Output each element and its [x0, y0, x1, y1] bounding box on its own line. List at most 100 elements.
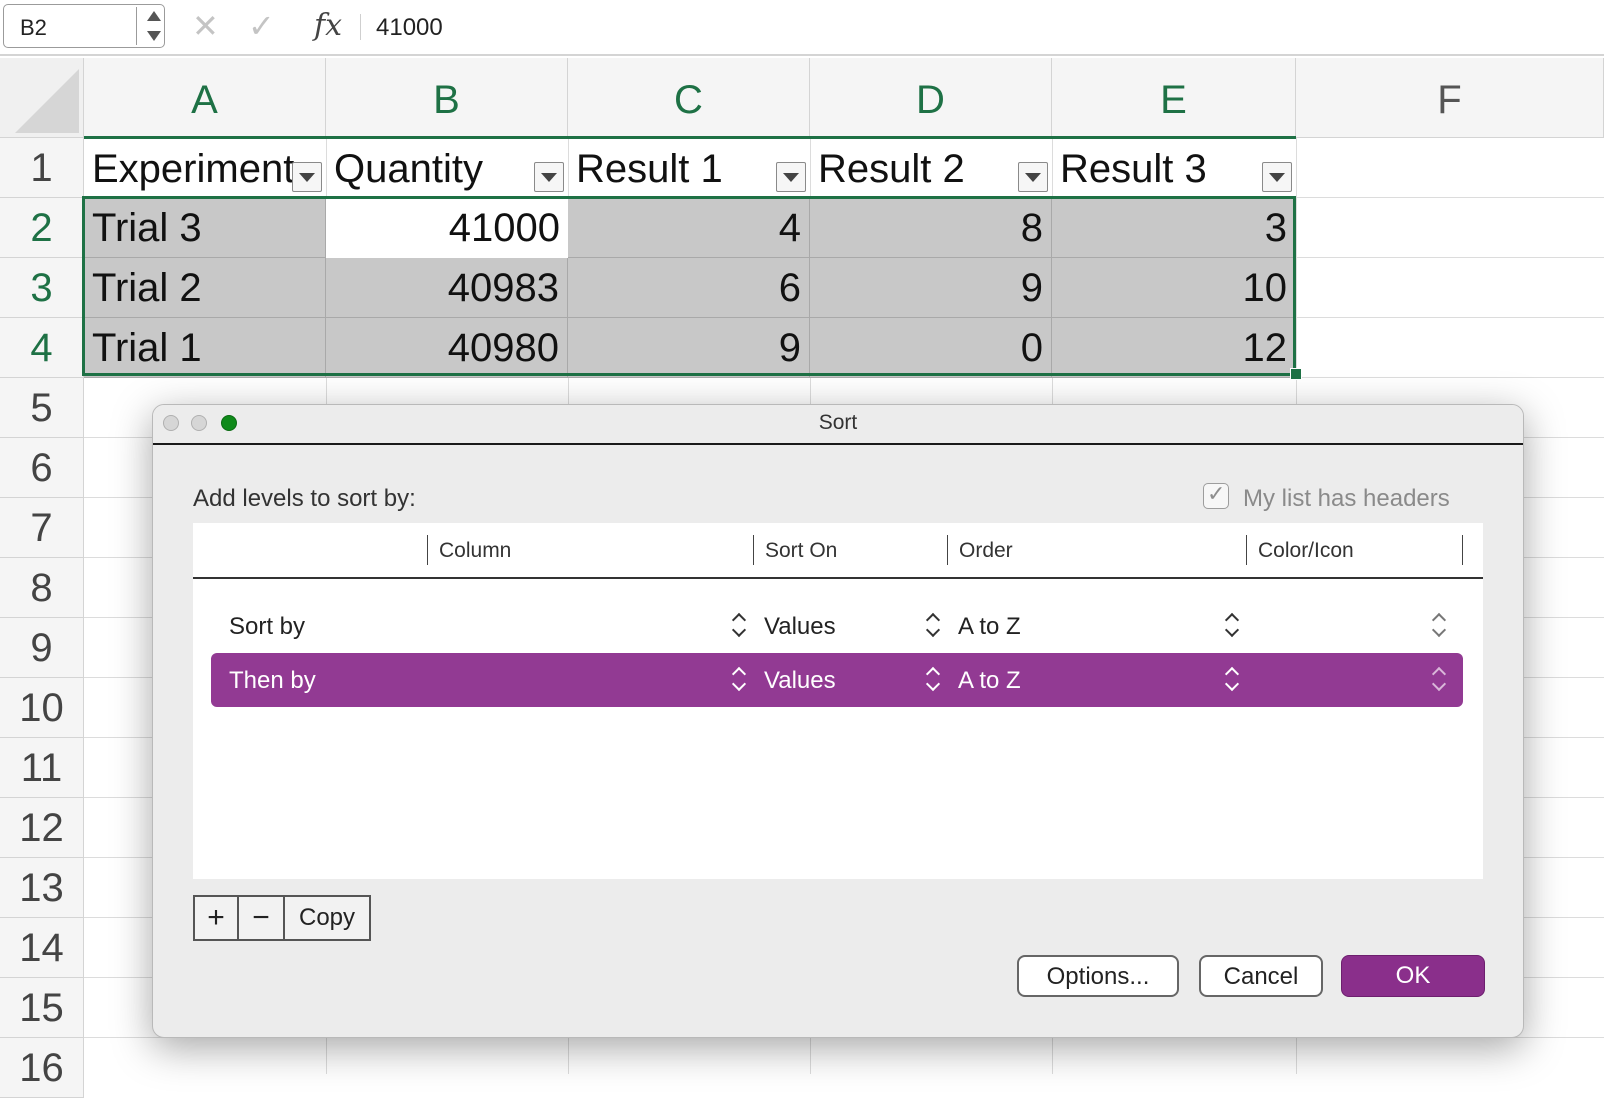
row-header-5[interactable]: 5 [0, 378, 84, 438]
filter-dropdown-icon[interactable] [292, 162, 322, 192]
column-divider [1246, 535, 1247, 565]
sort-levels-header: Column Sort On Order Color/Icon [193, 523, 1483, 579]
filter-dropdown-icon[interactable] [1018, 162, 1048, 192]
sort-on-chevron-icon[interactable] [925, 665, 941, 693]
headers-checkbox[interactable]: ✓ [1203, 481, 1229, 509]
row-header-16[interactable]: 16 [0, 1038, 84, 1098]
column-header-e[interactable]: E [1052, 58, 1296, 138]
dialog-titlebar[interactable]: Sort [153, 405, 1523, 445]
row-header-10[interactable]: 10 [0, 678, 84, 738]
select-all-icon [15, 69, 79, 133]
header-cell-quantity[interactable]: Quantity [326, 138, 536, 198]
column-header-d[interactable]: D [810, 58, 1052, 138]
row-header-15[interactable]: 15 [0, 978, 84, 1038]
cell-d4[interactable]: 0 [810, 318, 1052, 378]
column-divider [947, 535, 948, 565]
levels-label: Add levels to sort by: [193, 485, 416, 512]
column-divider [427, 535, 428, 565]
cancel-button[interactable]: Cancel [1199, 955, 1323, 997]
sort-on-chevron-icon[interactable] [925, 611, 941, 639]
remove-level-button[interactable]: − [239, 897, 285, 939]
row-header-6[interactable]: 6 [0, 438, 84, 498]
cell-b4[interactable]: 40980 [326, 318, 568, 378]
name-box-divider [136, 7, 137, 45]
sort-levels-table: Column Sort On Order Color/Icon Sort by … [193, 523, 1483, 879]
column-header-f[interactable]: F [1296, 58, 1604, 138]
row-header-11[interactable]: 11 [0, 738, 84, 798]
header-cell-experiment[interactable]: Experiment [84, 138, 294, 198]
cell-a3[interactable]: Trial 2 [84, 258, 326, 318]
column-header-c[interactable]: C [568, 58, 810, 138]
column-select-icon[interactable] [731, 665, 747, 693]
row-header-7[interactable]: 7 [0, 498, 84, 558]
column-header-b[interactable]: B [326, 58, 568, 138]
sort-on-select[interactable]: Values [764, 667, 836, 695]
header-cell-result-1[interactable]: Result 1 [568, 138, 778, 198]
header-cell-result-3[interactable]: Result 3 [1052, 138, 1262, 198]
cell-b3[interactable]: 40983 [326, 258, 568, 318]
order-chevron-icon[interactable] [1224, 611, 1240, 639]
order-select[interactable]: A to Z [958, 613, 1021, 641]
cancel-icon[interactable]: ✕ [192, 8, 219, 44]
header-cell-result-2[interactable]: Result 2 [810, 138, 1020, 198]
column-select-icon[interactable] [731, 611, 747, 639]
formula-bar-divider [360, 14, 361, 40]
dialog-title: Sort [818, 411, 858, 434]
copy-level-button[interactable]: Copy [285, 897, 369, 939]
order-select[interactable]: A to Z [958, 667, 1021, 695]
name-box-value: B2 [20, 15, 47, 40]
cell-e4[interactable]: 12 [1052, 318, 1296, 378]
row-header-14[interactable]: 14 [0, 918, 84, 978]
header-order: Order [959, 539, 1013, 562]
options-button[interactable]: Options... [1017, 955, 1179, 997]
row-header-2[interactable]: 2 [0, 198, 84, 258]
color-icon-chevron-icon[interactable] [1431, 665, 1447, 693]
cell-e3[interactable]: 10 [1052, 258, 1296, 318]
row-header-8[interactable]: 8 [0, 558, 84, 618]
fill-handle[interactable] [1290, 368, 1302, 380]
name-box[interactable]: B2 [3, 4, 165, 48]
cell-d2[interactable]: 8 [810, 198, 1052, 258]
column-header-a[interactable]: A [84, 58, 326, 138]
cell-a2[interactable]: Trial 3 [84, 198, 326, 258]
filter-dropdown-icon[interactable] [534, 162, 564, 192]
cell-d3[interactable]: 9 [810, 258, 1052, 318]
column-divider [1462, 535, 1463, 565]
formula-bar: B2 ✕ ✓ fx 41000 [0, 0, 1604, 56]
sort-level-row[interactable]: Sort by Values A to Z [211, 599, 1463, 653]
cell-c3[interactable]: 6 [568, 258, 810, 318]
add-level-button[interactable]: + [195, 897, 239, 939]
checkmark-icon: ✓ [1207, 481, 1226, 506]
cell-b2[interactable]: 41000 [326, 198, 568, 258]
header-sort-on: Sort On [765, 539, 838, 562]
sort-on-select[interactable]: Values [764, 613, 836, 641]
filter-dropdown-icon[interactable] [776, 162, 806, 192]
row-header-13[interactable]: 13 [0, 858, 84, 918]
headers-checkbox-label[interactable]: My list has headers [1243, 485, 1450, 513]
checkmark-icon[interactable]: ✓ [248, 8, 275, 44]
ok-button[interactable]: OK [1341, 955, 1485, 997]
level-controls: + − Copy [193, 895, 371, 941]
sort-level-label: Sort by [229, 613, 306, 640]
row-header-12[interactable]: 12 [0, 798, 84, 858]
cell-e2[interactable]: 3 [1052, 198, 1296, 258]
cell-a4[interactable]: Trial 1 [84, 318, 326, 378]
filter-dropdown-icon[interactable] [1262, 162, 1292, 192]
cell-c2[interactable]: 4 [568, 198, 810, 258]
header-color-icon: Color/Icon [1258, 539, 1354, 562]
sort-dialog: Sort Add levels to sort by: ✓ My list ha… [152, 404, 1524, 1038]
select-all-corner[interactable] [0, 58, 84, 138]
name-box-up-icon[interactable] [147, 11, 161, 21]
sort-level-row-selected[interactable]: Then by Values A to Z [211, 653, 1463, 707]
row-header-9[interactable]: 9 [0, 618, 84, 678]
formula-input[interactable]: 41000 [376, 14, 443, 42]
name-box-down-icon[interactable] [147, 31, 161, 41]
row-header-4[interactable]: 4 [0, 318, 84, 378]
color-icon-chevron-icon[interactable] [1431, 611, 1447, 639]
cell-c4[interactable]: 9 [568, 318, 810, 378]
row-header-1[interactable]: 1 [0, 138, 84, 198]
column-divider [753, 535, 754, 565]
row-header-3[interactable]: 3 [0, 258, 84, 318]
order-chevron-icon[interactable] [1224, 665, 1240, 693]
insert-function-icon[interactable]: fx [314, 8, 342, 43]
